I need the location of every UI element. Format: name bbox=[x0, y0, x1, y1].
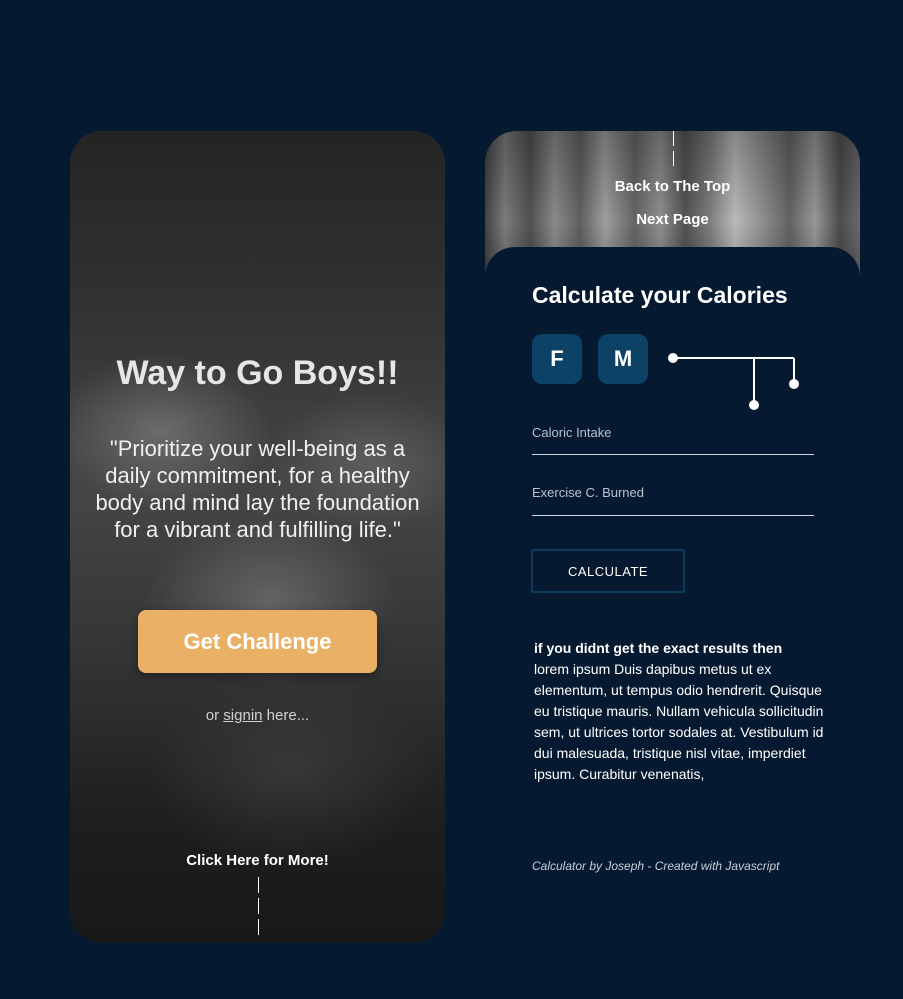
connector-lines-decoration bbox=[668, 353, 799, 410]
scroll-indicator-line bbox=[258, 877, 259, 893]
info-body: lorem ipsum Duis dapibus metus ut ex ele… bbox=[534, 661, 824, 782]
exercise-burned-underline bbox=[532, 515, 814, 516]
scroll-indicator-line bbox=[673, 131, 674, 146]
calculate-button[interactable]: CALCULATE bbox=[531, 549, 685, 593]
scroll-indicator-line bbox=[258, 898, 259, 914]
calculator-card: Back to The Top Next Page Calculate your… bbox=[485, 131, 860, 881]
hero-title: Way to Go Boys!! bbox=[116, 354, 399, 392]
next-page-link[interactable]: Next Page bbox=[485, 211, 860, 228]
more-link[interactable]: Click Here for More! bbox=[70, 852, 445, 869]
hero-quote: "Prioritize your well-being as a daily c… bbox=[95, 436, 420, 542]
caloric-intake-input[interactable]: Caloric Intake bbox=[532, 425, 611, 440]
back-to-top-link[interactable]: Back to The Top bbox=[485, 178, 860, 195]
calculator-panel: Calculate your Calories F M Caloric Inta… bbox=[485, 247, 860, 881]
exercise-burned-input[interactable]: Exercise C. Burned bbox=[532, 485, 644, 500]
gender-male-button[interactable]: M bbox=[598, 334, 648, 384]
calculator-title: Calculate your Calories bbox=[532, 282, 788, 308]
get-challenge-button[interactable]: Get Challenge bbox=[138, 610, 377, 673]
info-heading: if you didnt get the exact results then bbox=[534, 640, 783, 656]
scroll-indicator-line bbox=[673, 151, 674, 166]
caloric-intake-underline bbox=[532, 454, 814, 455]
signin-prefix: or bbox=[205, 707, 224, 724]
signin-suffix: here... bbox=[262, 707, 310, 724]
signin-prompt: or signin here... bbox=[70, 707, 445, 724]
hero-card: Way to Go Boys!! "Prioritize your well-b… bbox=[70, 131, 445, 943]
info-text: if you didnt get the exact results then … bbox=[534, 638, 824, 785]
gender-female-button[interactable]: F bbox=[532, 334, 582, 384]
signin-link[interactable]: signin bbox=[223, 707, 262, 724]
footer-credit: Calculator by Joseph - Created with Java… bbox=[532, 859, 780, 873]
scroll-indicator-line bbox=[258, 919, 259, 935]
